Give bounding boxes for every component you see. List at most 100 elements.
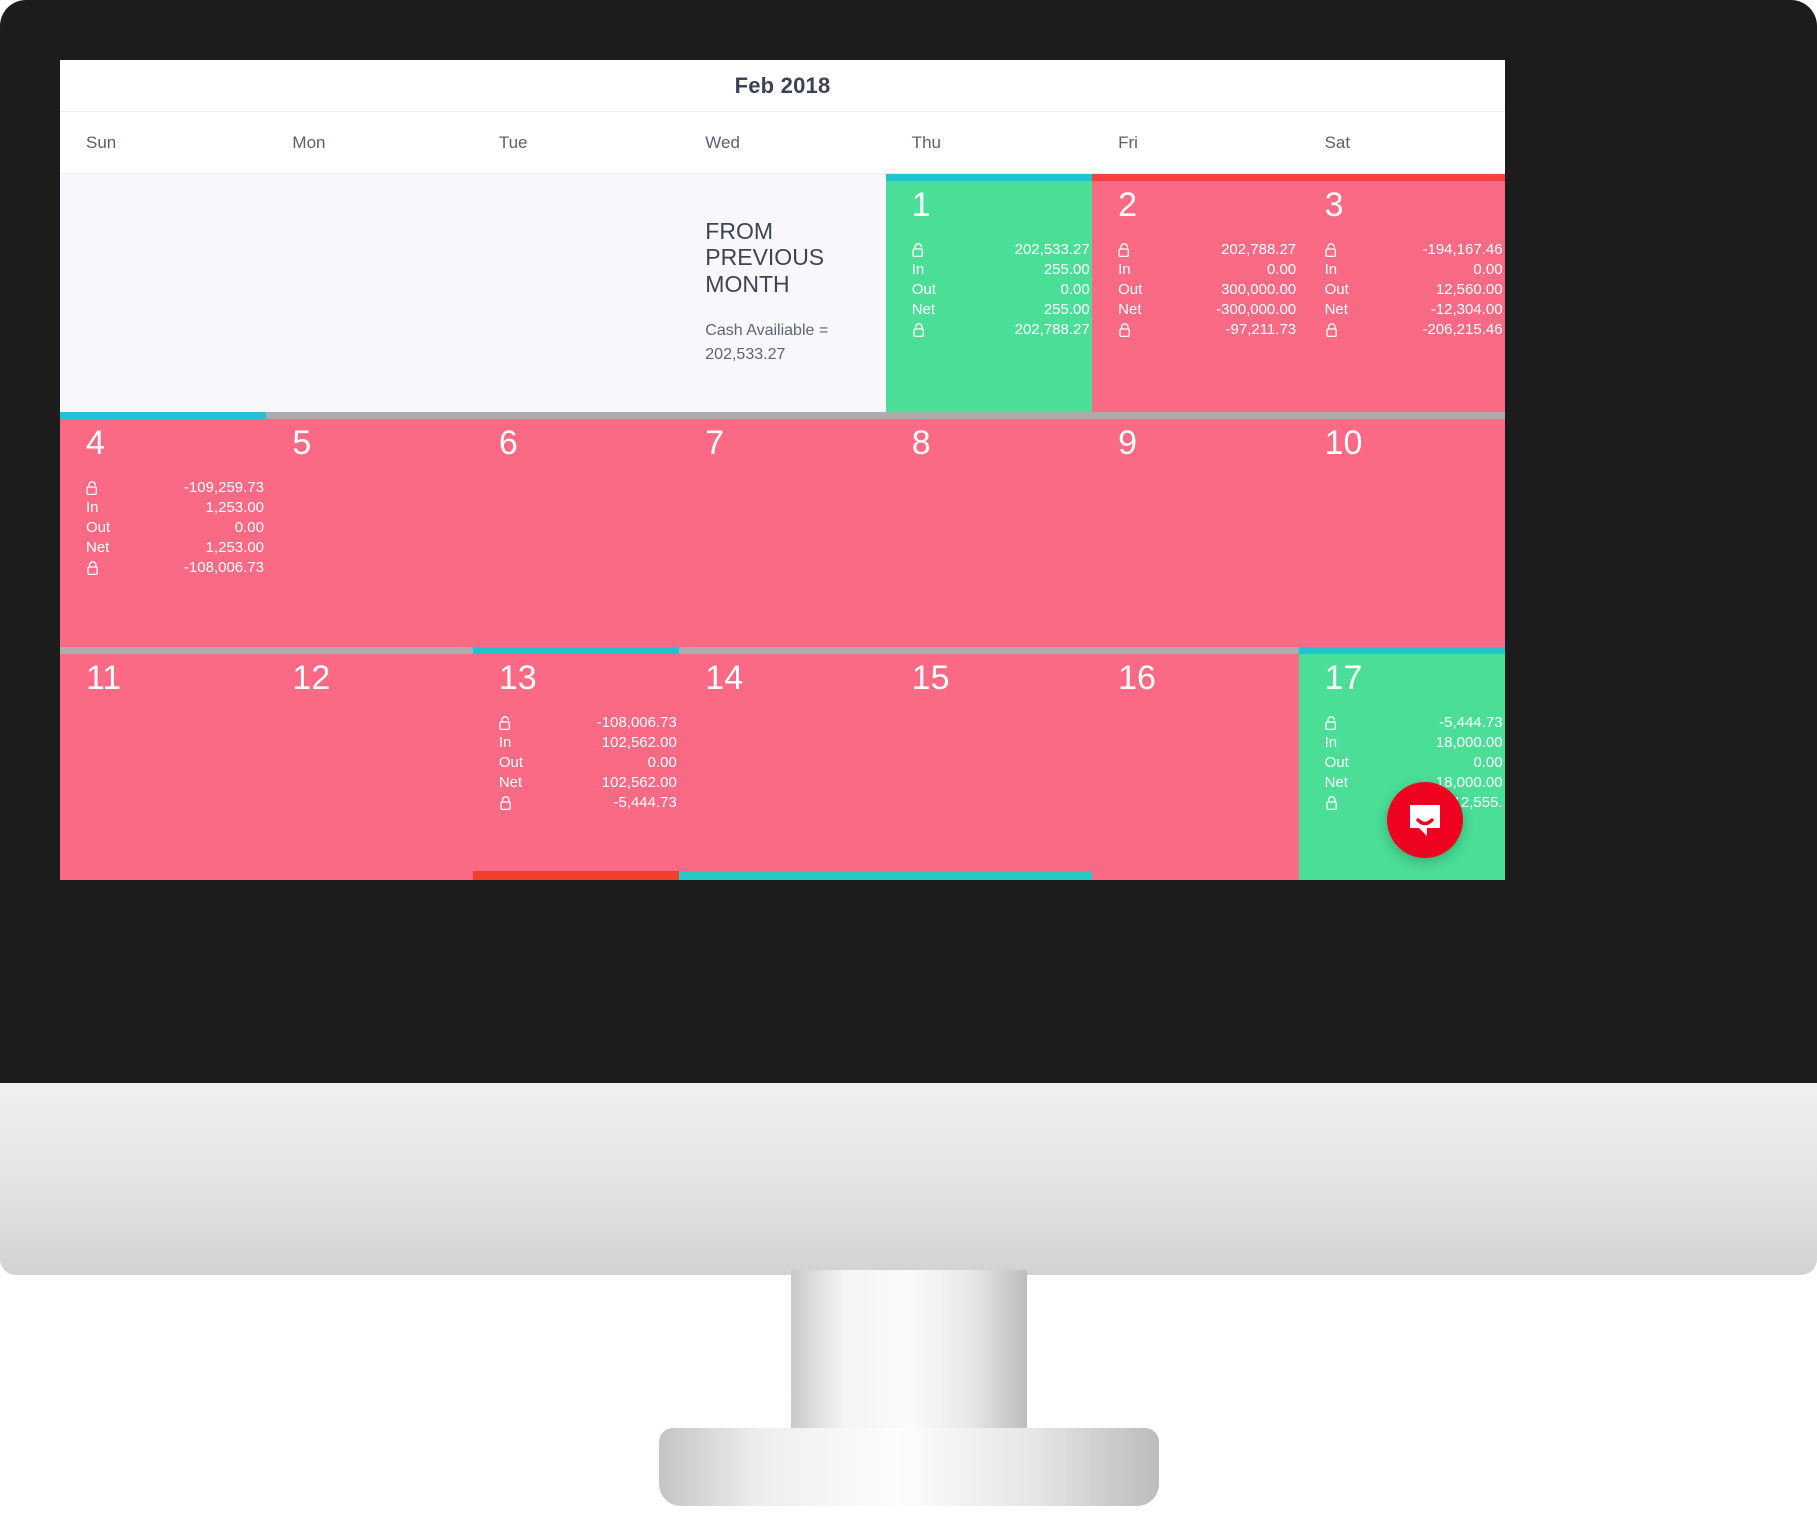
figure-row-in: In 255.00 [912, 260, 1090, 280]
calendar-day-cell-13[interactable]: 13 -108,006.73 In 102,562.00 Out 0.00 Net 102,5… [472, 647, 680, 880]
in-value: 102,562.00 [601, 733, 677, 751]
figure-row-opening-balance: -5,444.73 [1325, 713, 1503, 733]
in-label: In [1118, 260, 1131, 278]
day-accent-strip [885, 647, 1093, 654]
monitor-chin [0, 1083, 1817, 1275]
out-label: Out [1324, 280, 1349, 298]
calendar-day-cell-14[interactable]: 14 [679, 647, 886, 880]
locked-padlock-icon [1325, 322, 1339, 338]
imac-mockup: Feb 2018 Sun Mon Tue Wed Thu Fri Sat FROM PREV… [0, 0, 1817, 1515]
calendar-day-cell-1[interactable]: 1 202,533.27 In 255.00 Out 0.00 Net 255.00 202,7… [885, 174, 1093, 412]
day-accent-strip-bottom [472, 871, 680, 880]
calendar-day-cell-8[interactable]: 8 [885, 412, 1093, 647]
net-label: Net [498, 773, 523, 791]
day-number: 2 [1118, 186, 1138, 224]
weekday-label-tue: Tue [498, 132, 528, 152]
calendar-day-cell-11[interactable]: 11 [60, 647, 267, 880]
calendar-day-cell-4[interactable]: 4 -109,259.73 In 1,253.00 Out 0.00 Net 1,253.00… [60, 412, 267, 647]
from-previous-month-title: FROM PREVIOUS MONTH [705, 218, 825, 297]
calendar-day-cell-15[interactable]: 15 [885, 647, 1093, 880]
in-value: 0.00 [1266, 260, 1297, 278]
figure-row-opening-balance: -108,006.73 [499, 713, 677, 733]
in-label: In [86, 498, 99, 516]
calendar-day-cell-empty[interactable] [266, 174, 473, 412]
day-number: 16 [1118, 659, 1156, 697]
figure-row-in: In 102,562.00 [499, 733, 677, 753]
closing-balance-label [1325, 795, 1339, 811]
figure-row-closing-balance: -5,444.73 [499, 793, 677, 813]
weekday-label-fri: Fri [1118, 132, 1138, 152]
day-number: 1 [911, 186, 931, 224]
closing-balance-value: -108,006.73 [183, 558, 264, 576]
calendar-day-cell-16[interactable]: 16 [1092, 647, 1299, 880]
weekday-label-sun: Sun [86, 132, 117, 152]
chat-bubble-icon [1405, 800, 1445, 840]
day-accent-strip [1298, 174, 1505, 181]
net-label: Net [86, 538, 110, 556]
day-number: 3 [1324, 186, 1344, 224]
day-accent-strip [472, 412, 680, 419]
opening-balance-value: -109,259.73 [183, 478, 264, 496]
day-accent-strip [473, 174, 679, 181]
calendar-day-cell-10[interactable]: 10 [1298, 412, 1505, 647]
calendar-day-cell-empty[interactable] [60, 174, 267, 412]
locked-padlock-icon [1118, 322, 1132, 338]
calendar-day-cell-empty[interactable] [472, 174, 680, 412]
figure-row-closing-balance: -206,215.46 [1325, 320, 1503, 340]
out-label: Out [911, 280, 936, 298]
figure-row-opening-balance: -109,259.73 [86, 478, 264, 498]
locked-padlock-icon [912, 322, 926, 338]
net-value: 102,562.00 [601, 773, 677, 791]
day-figures: -108,006.73 In 102,562.00 Out 0.00 Net 102,562… [499, 713, 677, 813]
day-accent-strip [266, 174, 472, 181]
in-value: 0.00 [1473, 260, 1503, 278]
calendar-day-cell-6[interactable]: 6 [472, 412, 680, 647]
calendar-day-cell-7[interactable]: 7 [679, 412, 886, 647]
unlocked-padlock-icon [912, 242, 926, 258]
day-accent-strip [472, 647, 680, 654]
day-accent-strip [885, 412, 1093, 419]
calendar-day-cell-2[interactable]: 2 202,788.27 In 0.00 Out 300,000.00 Net -300,00… [1092, 174, 1299, 412]
day-accent-strip [679, 647, 886, 654]
out-value: 12,560.00 [1435, 280, 1503, 298]
locked-padlock-icon [1325, 795, 1339, 811]
closing-balance-label [499, 795, 513, 811]
net-value: -12,304.00 [1430, 300, 1503, 318]
net-value: -300,000.00 [1216, 300, 1297, 318]
day-number: 17 [1324, 659, 1363, 697]
day-figures: -109,259.73 In 1,253.00 Out 0.00 Net 1,253.00 -… [86, 478, 264, 578]
day-number: 8 [911, 424, 931, 462]
in-value: 1,253.00 [205, 498, 264, 516]
closing-balance-label [1118, 322, 1132, 338]
figure-row-out: Out 0.00 [1325, 753, 1503, 773]
day-accent-strip [60, 412, 267, 419]
day-accent-strip [1298, 412, 1505, 419]
chat-launcher-button[interactable] [1387, 782, 1463, 858]
calendar-day-cell-5[interactable]: 5 [266, 412, 473, 647]
day-number: 7 [705, 424, 725, 462]
figure-row-net: Net -12,304.00 [1325, 300, 1503, 320]
day-number: 14 [705, 659, 744, 697]
calendar-day-cell-12[interactable]: 12 [266, 647, 473, 880]
in-label: In [911, 260, 925, 278]
weekday-label-wed: Wed [705, 132, 740, 152]
page-title: Feb 2018 [734, 72, 831, 98]
figure-row-closing-balance: -108,006.73 [86, 558, 264, 578]
calendar-day-cell-3[interactable]: 3 -194,167.46 In 0.00 Out 12,560.00 Net -12,304… [1298, 174, 1505, 412]
unlocked-padlock-icon [499, 715, 513, 731]
out-value: 0.00 [647, 753, 677, 771]
unlocked-padlock-icon [1118, 242, 1132, 258]
day-accent-strip [1092, 174, 1299, 181]
day-number: 9 [1118, 424, 1138, 462]
out-value: 300,000.00 [1221, 280, 1297, 298]
net-value: 1,253.00 [205, 538, 264, 556]
out-label: Out [1118, 280, 1143, 298]
closing-balance-value: -206,215.46 [1422, 320, 1503, 338]
calendar-week-row: 11 12 13 -108,006.73 In 102,562.00 Out 0.00 Net 1… [60, 647, 1505, 880]
opening-balance-label [1325, 715, 1339, 731]
net-label: Net [911, 300, 936, 318]
opening-balance-label [86, 480, 100, 496]
closing-balance-value: -5,444.73 [613, 793, 677, 811]
calendar-day-cell-9[interactable]: 9 [1092, 412, 1299, 647]
unlocked-padlock-icon [1325, 242, 1339, 258]
